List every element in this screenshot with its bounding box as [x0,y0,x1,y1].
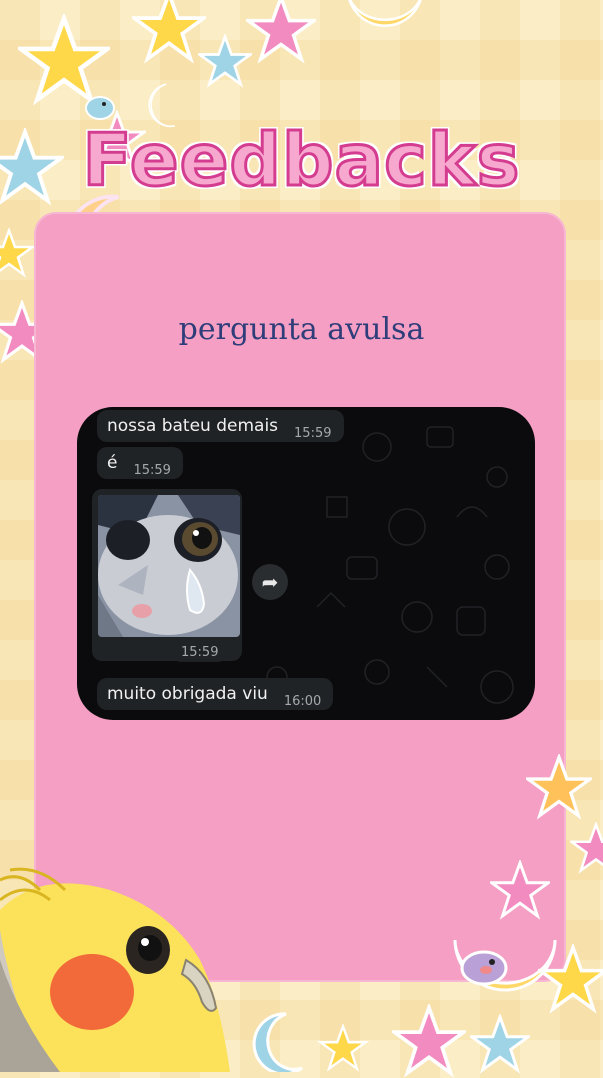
star-icon [132,0,206,64]
star-icon [570,822,603,874]
moon-icon [348,0,422,27]
card-heading: pergunta avulsa [178,312,425,347]
chat-message: nossa bateu demais 15:59 [97,410,344,442]
chat-message: é 15:59 [97,447,183,479]
message-time: 15:59 [133,463,171,478]
bird-sticker-icon [85,96,115,120]
star-icon [470,1014,530,1074]
moon-icon [252,1012,303,1072]
star-icon [0,228,34,278]
image-message[interactable] [92,489,242,661]
message-text: é [107,453,118,473]
bird-sticker-icon [460,950,508,986]
message-time: 16:00 [283,694,322,709]
chat-message: muito obrigada viu 16:00 [97,678,334,710]
star-icon [316,1024,370,1072]
message-text: muito obrigada viu [107,684,268,704]
crying-cat-image [98,495,240,637]
star-icon [526,754,592,820]
message-time: 15:59 [294,426,332,441]
image-message-time: 15:59 [173,643,227,662]
star-icon [198,34,252,88]
forward-icon: ➦ [261,570,279,594]
message-text: nossa bateu demais [107,416,279,436]
page-title: Feedbacks [81,117,521,204]
star-icon [392,1004,466,1078]
cockatiel-illustration [0,867,230,1072]
star-icon [490,860,550,920]
star-icon [538,944,603,1014]
star-icon [246,0,316,64]
chat-screenshot: nossa bateu demais 15:59 é 15:59 15:59 ➦… [77,407,535,720]
forward-button[interactable]: ➦ [252,564,288,600]
